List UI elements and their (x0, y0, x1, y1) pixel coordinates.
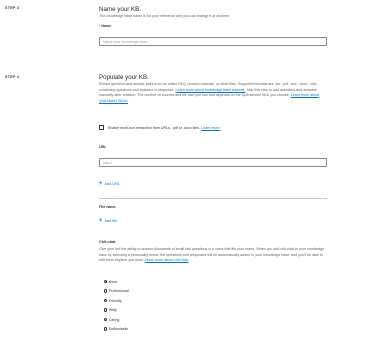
divider (99, 198, 327, 199)
radio-icon (104, 317, 108, 322)
url-input[interactable]: http:// (99, 158, 327, 167)
add-file-button[interactable]: + Add file (99, 218, 118, 224)
radio-icon (104, 327, 108, 331)
step-3-description: The knowledge base name is for your refe… (99, 14, 230, 18)
personality-label: Friendly (108, 298, 122, 303)
step-4-title: Populate your KB. (99, 74, 149, 81)
personality-label: Professional (108, 289, 129, 293)
multiturn-label-text: Enable multi-turn extraction from URLs, … (108, 125, 201, 130)
chitchat-learn-more-link[interactable]: Learn more about chit-chat. (145, 258, 189, 262)
plus-icon: + (99, 181, 103, 187)
kb-sources-link[interactable]: Learn more about knowledge base sources. (176, 88, 246, 92)
step-3-title: Name your KB. (99, 6, 141, 13)
personality-option-caring[interactable]: Caring (104, 317, 119, 322)
personality-label: Witty (108, 308, 117, 312)
add-url-label: Add URL (104, 182, 120, 186)
personality-label: None (108, 279, 118, 284)
radio-icon (104, 289, 108, 293)
multiturn-checkbox[interactable] (99, 125, 104, 130)
add-file-label: Add file (104, 219, 118, 223)
personality-option-friendly[interactable]: Friendly (104, 298, 122, 303)
personality-label: Caring (108, 317, 120, 322)
multiturn-label: Enable multi-turn extraction from URLs, … (108, 126, 220, 130)
plus-icon: + (99, 218, 103, 224)
personality-label: Enthusiastic (108, 327, 129, 331)
chitchat-description: Give your bot the ability to answer thou… (99, 247, 327, 264)
chitchat-desc-text: Give your bot the ability to answer thou… (99, 247, 325, 263)
personality-option-professional[interactable]: Professional (104, 289, 129, 294)
kb-name-input[interactable]: Name your knowledge base (99, 37, 327, 46)
step-4-description: Extract question-and-answer pairs from a… (99, 82, 327, 104)
personality-option-none[interactable]: None (104, 279, 117, 284)
radio-icon (104, 308, 108, 312)
step-4-section: Populate your KB. Extract question-and-a… (99, 74, 327, 104)
radio-icon (104, 298, 108, 303)
chitchat-section: Chit-chat Give your bot the ability to a… (99, 240, 327, 264)
multiturn-learn-more-link[interactable]: Learn more. (201, 126, 220, 130)
file-name-label: File name (99, 205, 116, 209)
chitchat-title: Chit-chat (99, 240, 116, 244)
personality-option-witty[interactable]: Witty (104, 308, 117, 313)
personality-option-enthusiastic[interactable]: Enthusiastic (104, 327, 128, 332)
add-url-button[interactable]: + Add URL (99, 181, 120, 187)
radio-selected-icon (104, 279, 108, 284)
url-label: URL (99, 145, 107, 149)
name-field-label: * Name (99, 24, 327, 28)
step-3-label: STEP 3 (5, 6, 20, 10)
name-label-text: Name (101, 23, 112, 28)
step-4-label: STEP 4 (5, 75, 20, 79)
step-3-section: Name your KB. The knowledge base name is… (99, 6, 327, 28)
